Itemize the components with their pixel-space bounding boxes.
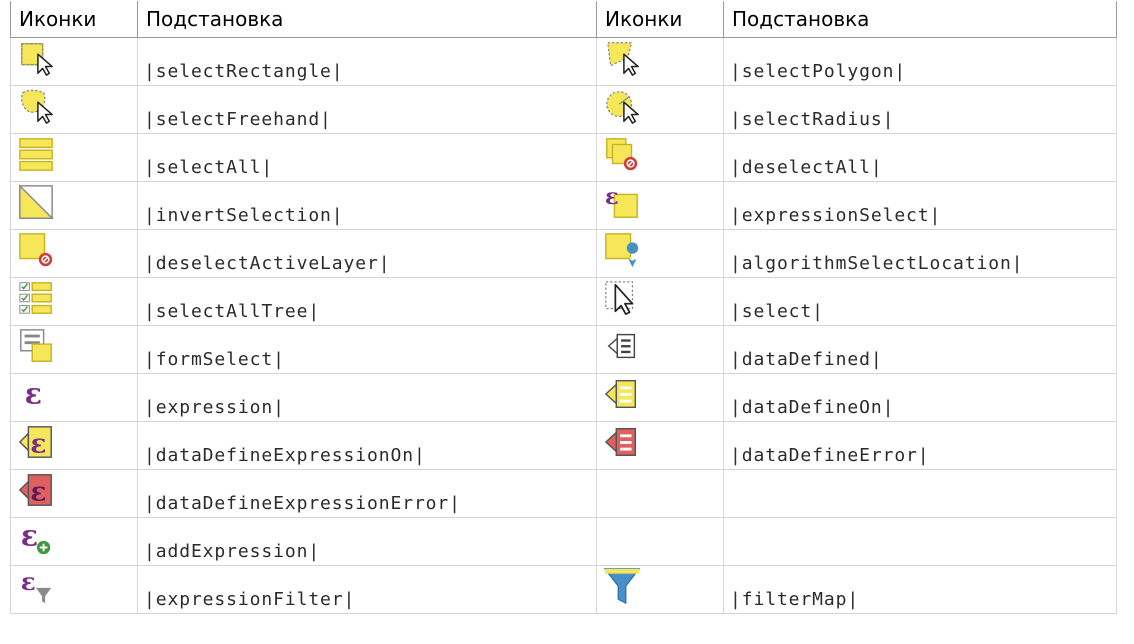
empty-cell [596, 468, 724, 518]
table-row: |formSelect| |dataDefined| [10, 324, 1117, 374]
expression-icon: ε [10, 372, 138, 422]
expression-select-icon: ε [596, 180, 724, 230]
select-radius-icon [596, 84, 724, 134]
substitution-code: |dataDefineExpressionOn| [137, 420, 597, 470]
substitution-code: |dataDefineExpressionError| [137, 468, 597, 518]
data-define-error-icon [596, 420, 724, 470]
svg-text:ε: ε [25, 376, 42, 410]
substitution-code: |selectRectangle| [137, 36, 597, 86]
invert-selection-icon [10, 180, 138, 230]
table-row: |selectAllTree| |select| [10, 276, 1117, 326]
select-polygon-icon [596, 36, 724, 86]
substitution-code: |selectRadius| [723, 84, 1117, 134]
svg-text:ε: ε [30, 428, 46, 459]
select-icon [596, 276, 724, 326]
deselect-active-layer-icon [10, 228, 138, 278]
substitution-code: |dataDefineOn| [723, 372, 1117, 422]
substitution-code: |deselectAll| [723, 132, 1117, 182]
svg-text:ε: ε [30, 476, 46, 507]
substitution-code: |select| [723, 276, 1117, 326]
select-all-icon [10, 132, 138, 182]
empty-cell [723, 468, 1117, 518]
empty-cell [596, 516, 724, 566]
select-freehand-icon [10, 84, 138, 134]
table-row: |selectRectangle| |selectPolygon| [10, 36, 1117, 86]
substitution-code: |dataDefined| [723, 324, 1117, 374]
add-expression-icon: ε [10, 516, 138, 566]
select-rectangle-icon [10, 36, 138, 86]
expression-filter-icon: ε [10, 564, 138, 614]
header-icons: Иконки [596, 1, 724, 38]
empty-cell [723, 516, 1117, 566]
table-row: |deselectActiveLayer| |algorithmSelectLoc… [10, 228, 1117, 278]
data-defined-icon [596, 324, 724, 374]
filter-map-icon [596, 564, 724, 614]
table-row: ε |dataDefineExpressionOn| |dataDefineErro… [10, 420, 1117, 470]
substitution-code: |filterMap| [723, 564, 1117, 614]
table-row: |selectFreehand| |selectRadius| [10, 84, 1117, 134]
substitution-table: Иконки Подстановка Иконки Подстановка |s… [10, 1, 1117, 614]
substitution-code: |selectAllTree| [137, 276, 597, 326]
table-row: ε |dataDefineExpressionError| [10, 468, 1117, 518]
substitution-code: |addExpression| [137, 516, 597, 566]
form-select-icon [10, 324, 138, 374]
substitution-code: |dataDefineError| [723, 420, 1117, 470]
table-row: |selectAll| |deselectAll| [10, 132, 1117, 182]
table-row: ε |expressionFilter| |filterMap| [10, 564, 1117, 614]
substitution-code: |selectPolygon| [723, 36, 1117, 86]
svg-text:ε: ε [21, 519, 38, 553]
substitution-code: |expressionSelect| [723, 180, 1117, 230]
table-row: |invertSelection| ε |expressionSelect| [10, 180, 1117, 230]
table-row: ε |addExpression| [10, 516, 1117, 566]
substitution-code: |expression| [137, 372, 597, 422]
header-substitution: Подстановка [137, 1, 597, 38]
select-all-tree-icon [10, 276, 138, 326]
header-icons: Иконки [10, 1, 138, 38]
svg-text:ε: ε [21, 567, 36, 596]
substitution-code: |selectAll| [137, 132, 597, 182]
data-define-on-icon [596, 372, 724, 422]
header-substitution: Подстановка [723, 1, 1117, 38]
algorithm-select-location-icon [596, 228, 724, 278]
substitution-code: |expressionFilter| [137, 564, 597, 614]
substitution-code: |deselectActiveLayer| [137, 228, 597, 278]
substitution-code: |invertSelection| [137, 180, 597, 230]
data-define-expression-error-icon: ε [10, 468, 138, 518]
header-row: Иконки Подстановка Иконки Подстановка [10, 1, 1117, 38]
substitution-code: |algorithmSelectLocation| [723, 228, 1117, 278]
data-define-expression-on-icon: ε [10, 420, 138, 470]
substitution-code: |selectFreehand| [137, 84, 597, 134]
table-row: ε |expression| |dataDefineOn| [10, 372, 1117, 422]
svg-text:ε: ε [605, 183, 619, 209]
substitution-code: |formSelect| [137, 324, 597, 374]
deselect-all-icon [596, 132, 724, 182]
